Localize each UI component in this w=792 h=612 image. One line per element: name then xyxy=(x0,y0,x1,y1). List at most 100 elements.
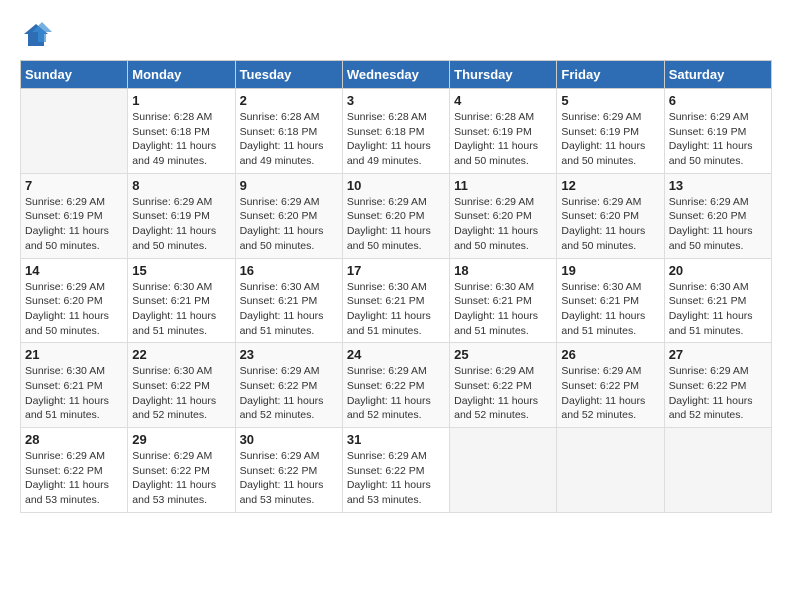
day-info: Sunrise: 6:29 AMSunset: 6:19 PMDaylight:… xyxy=(25,195,123,254)
calendar-cell: 7 Sunrise: 6:29 AMSunset: 6:19 PMDaylight… xyxy=(21,173,128,258)
calendar-cell: 11 Sunrise: 6:29 AMSunset: 6:20 PMDayligh… xyxy=(450,173,557,258)
day-number: 30 xyxy=(240,432,338,447)
calendar-cell: 21 Sunrise: 6:30 AMSunset: 6:21 PMDayligh… xyxy=(21,343,128,428)
calendar-cell: 1 Sunrise: 6:28 AMSunset: 6:18 PMDaylight… xyxy=(128,89,235,174)
day-number: 25 xyxy=(454,347,552,362)
day-number: 3 xyxy=(347,93,445,108)
day-info: Sunrise: 6:29 AMSunset: 6:19 PMDaylight:… xyxy=(561,110,659,169)
day-number: 15 xyxy=(132,263,230,278)
day-number: 29 xyxy=(132,432,230,447)
calendar-cell: 24 Sunrise: 6:29 AMSunset: 6:22 PMDayligh… xyxy=(342,343,449,428)
weekday-header-sunday: Sunday xyxy=(21,61,128,89)
day-info: Sunrise: 6:29 AMSunset: 6:19 PMDaylight:… xyxy=(132,195,230,254)
day-number: 11 xyxy=(454,178,552,193)
calendar-cell: 29 Sunrise: 6:29 AMSunset: 6:22 PMDayligh… xyxy=(128,428,235,513)
calendar-cell: 16Sunrise: 6:30 AMSunset: 6:21 PMDayligh… xyxy=(235,258,342,343)
day-number: 18 xyxy=(454,263,552,278)
day-info: Sunrise: 6:30 AMSunset: 6:21 PMDaylight:… xyxy=(669,280,767,339)
calendar-cell: 28Sunrise: 6:29 AMSunset: 6:22 PMDayligh… xyxy=(21,428,128,513)
day-info: Sunrise: 6:30 AMSunset: 6:21 PMDaylight:… xyxy=(454,280,552,339)
weekday-header-saturday: Saturday xyxy=(664,61,771,89)
calendar-cell: 23 Sunrise: 6:29 AMSunset: 6:22 PMDayligh… xyxy=(235,343,342,428)
day-info: Sunrise: 6:29 AMSunset: 6:22 PMDaylight:… xyxy=(347,449,445,508)
calendar-cell xyxy=(450,428,557,513)
calendar-cell xyxy=(557,428,664,513)
day-info: Sunrise: 6:29 AMSunset: 6:19 PMDaylight:… xyxy=(669,110,767,169)
calendar-cell: 20Sunrise: 6:30 AMSunset: 6:21 PMDayligh… xyxy=(664,258,771,343)
day-info: Sunrise: 6:29 AMSunset: 6:22 PMDaylight:… xyxy=(240,364,338,423)
calendar-cell: 4 Sunrise: 6:28 AMSunset: 6:19 PMDaylight… xyxy=(450,89,557,174)
day-number: 9 xyxy=(240,178,338,193)
weekday-header-friday: Friday xyxy=(557,61,664,89)
day-info: Sunrise: 6:30 AMSunset: 6:21 PMDaylight:… xyxy=(132,280,230,339)
day-number: 21 xyxy=(25,347,123,362)
day-number: 6 xyxy=(669,93,767,108)
day-info: Sunrise: 6:29 AMSunset: 6:22 PMDaylight:… xyxy=(25,449,123,508)
calendar-cell: 8 Sunrise: 6:29 AMSunset: 6:19 PMDaylight… xyxy=(128,173,235,258)
day-number: 27 xyxy=(669,347,767,362)
day-info: Sunrise: 6:29 AMSunset: 6:22 PMDaylight:… xyxy=(240,449,338,508)
calendar-cell: 12 Sunrise: 6:29 AMSunset: 6:20 PMDayligh… xyxy=(557,173,664,258)
day-info: Sunrise: 6:30 AMSunset: 6:21 PMDaylight:… xyxy=(240,280,338,339)
day-info: Sunrise: 6:30 AMSunset: 6:21 PMDaylight:… xyxy=(347,280,445,339)
calendar-week-row: 7 Sunrise: 6:29 AMSunset: 6:19 PMDaylight… xyxy=(21,173,772,258)
calendar-week-row: 1 Sunrise: 6:28 AMSunset: 6:18 PMDaylight… xyxy=(21,89,772,174)
weekday-header-row: SundayMondayTuesdayWednesdayThursdayFrid… xyxy=(21,61,772,89)
calendar-week-row: 14Sunrise: 6:29 AMSunset: 6:20 PMDayligh… xyxy=(21,258,772,343)
calendar-cell xyxy=(21,89,128,174)
calendar-week-row: 21 Sunrise: 6:30 AMSunset: 6:21 PMDayligh… xyxy=(21,343,772,428)
day-number: 2 xyxy=(240,93,338,108)
day-number: 24 xyxy=(347,347,445,362)
day-number: 13 xyxy=(669,178,767,193)
day-number: 23 xyxy=(240,347,338,362)
calendar-cell: 31 Sunrise: 6:29 AMSunset: 6:22 PMDayligh… xyxy=(342,428,449,513)
day-number: 1 xyxy=(132,93,230,108)
day-info: Sunrise: 6:29 AMSunset: 6:22 PMDaylight:… xyxy=(347,364,445,423)
calendar-cell: 15 Sunrise: 6:30 AMSunset: 6:21 PMDayligh… xyxy=(128,258,235,343)
calendar-week-row: 28Sunrise: 6:29 AMSunset: 6:22 PMDayligh… xyxy=(21,428,772,513)
day-number: 31 xyxy=(347,432,445,447)
day-number: 12 xyxy=(561,178,659,193)
calendar-cell: 13 Sunrise: 6:29 AMSunset: 6:20 PMDayligh… xyxy=(664,173,771,258)
calendar-cell: 30 Sunrise: 6:29 AMSunset: 6:22 PMDayligh… xyxy=(235,428,342,513)
weekday-header-tuesday: Tuesday xyxy=(235,61,342,89)
calendar-table: SundayMondayTuesdayWednesdayThursdayFrid… xyxy=(20,60,772,513)
day-number: 5 xyxy=(561,93,659,108)
page-header xyxy=(20,20,772,50)
day-number: 7 xyxy=(25,178,123,193)
day-info: Sunrise: 6:29 AMSunset: 6:22 PMDaylight:… xyxy=(561,364,659,423)
day-info: Sunrise: 6:28 AMSunset: 6:19 PMDaylight:… xyxy=(454,110,552,169)
calendar-cell: 26 Sunrise: 6:29 AMSunset: 6:22 PMDayligh… xyxy=(557,343,664,428)
calendar-cell: 22 Sunrise: 6:30 AMSunset: 6:22 PMDayligh… xyxy=(128,343,235,428)
day-info: Sunrise: 6:29 AMSunset: 6:20 PMDaylight:… xyxy=(561,195,659,254)
calendar-cell: 25 Sunrise: 6:29 AMSunset: 6:22 PMDayligh… xyxy=(450,343,557,428)
calendar-cell: 2 Sunrise: 6:28 AMSunset: 6:18 PMDaylight… xyxy=(235,89,342,174)
day-info: Sunrise: 6:30 AMSunset: 6:21 PMDaylight:… xyxy=(561,280,659,339)
weekday-header-wednesday: Wednesday xyxy=(342,61,449,89)
day-number: 22 xyxy=(132,347,230,362)
calendar-cell: 14Sunrise: 6:29 AMSunset: 6:20 PMDayligh… xyxy=(21,258,128,343)
calendar-cell: 19Sunrise: 6:30 AMSunset: 6:21 PMDayligh… xyxy=(557,258,664,343)
day-number: 4 xyxy=(454,93,552,108)
day-info: Sunrise: 6:30 AMSunset: 6:21 PMDaylight:… xyxy=(25,364,123,423)
calendar-cell: 27Sunrise: 6:29 AMSunset: 6:22 PMDayligh… xyxy=(664,343,771,428)
calendar-cell: 3 Sunrise: 6:28 AMSunset: 6:18 PMDaylight… xyxy=(342,89,449,174)
day-info: Sunrise: 6:29 AMSunset: 6:20 PMDaylight:… xyxy=(454,195,552,254)
day-info: Sunrise: 6:28 AMSunset: 6:18 PMDaylight:… xyxy=(240,110,338,169)
day-number: 26 xyxy=(561,347,659,362)
weekday-header-monday: Monday xyxy=(128,61,235,89)
calendar-cell xyxy=(664,428,771,513)
weekday-header-thursday: Thursday xyxy=(450,61,557,89)
day-number: 8 xyxy=(132,178,230,193)
calendar-cell: 10Sunrise: 6:29 AMSunset: 6:20 PMDayligh… xyxy=(342,173,449,258)
day-info: Sunrise: 6:28 AMSunset: 6:18 PMDaylight:… xyxy=(347,110,445,169)
day-number: 10 xyxy=(347,178,445,193)
day-info: Sunrise: 6:29 AMSunset: 6:20 PMDaylight:… xyxy=(669,195,767,254)
day-info: Sunrise: 6:30 AMSunset: 6:22 PMDaylight:… xyxy=(132,364,230,423)
day-info: Sunrise: 6:28 AMSunset: 6:18 PMDaylight:… xyxy=(132,110,230,169)
day-info: Sunrise: 6:29 AMSunset: 6:20 PMDaylight:… xyxy=(25,280,123,339)
day-info: Sunrise: 6:29 AMSunset: 6:22 PMDaylight:… xyxy=(454,364,552,423)
day-info: Sunrise: 6:29 AMSunset: 6:22 PMDaylight:… xyxy=(132,449,230,508)
logo xyxy=(20,20,52,50)
day-info: Sunrise: 6:29 AMSunset: 6:20 PMDaylight:… xyxy=(240,195,338,254)
